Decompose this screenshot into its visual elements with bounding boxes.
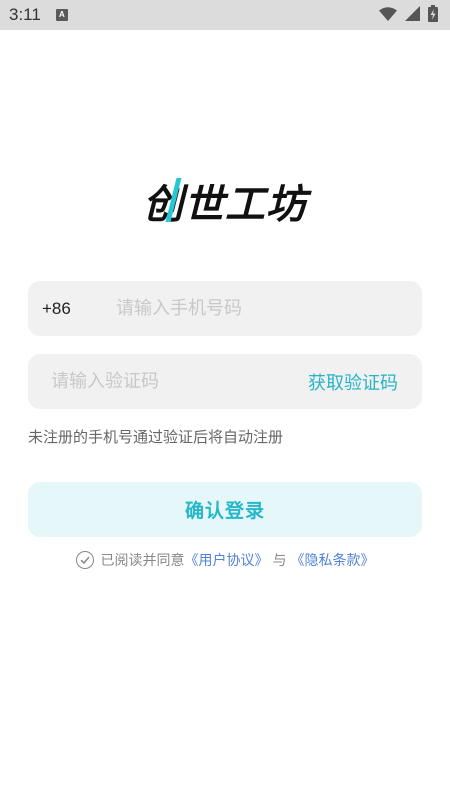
- confirm-login-button[interactable]: 确认登录: [28, 482, 422, 537]
- verification-code-field: 获取验证码: [28, 354, 422, 409]
- verification-code-input[interactable]: [51, 371, 291, 392]
- status-time: 3:11: [9, 5, 41, 24]
- get-code-button[interactable]: 获取验证码: [308, 369, 398, 395]
- cellular-signal-icon: [405, 5, 420, 25]
- agreement-conjunction: 与: [272, 553, 287, 569]
- status-icons: [379, 4, 438, 26]
- phone-input[interactable]: [116, 298, 406, 319]
- notification-badge: A: [55, 9, 68, 21]
- wifi-icon: [379, 6, 397, 25]
- battery-charging-icon: [428, 4, 438, 26]
- country-code[interactable]: +86: [42, 299, 102, 319]
- privacy-policy-link[interactable]: 《隐私条款》: [291, 550, 375, 570]
- agreement-checkbox[interactable]: [75, 551, 94, 569]
- check-icon: [79, 556, 90, 565]
- agreement-prefix: 已阅读并同意: [100, 553, 185, 569]
- app-logo: 创世工坊: [0, 172, 450, 230]
- status-bar: 3:11 A: [0, 0, 450, 30]
- auto-register-hint: 未注册的手机号通过验证后将自动注册: [28, 428, 284, 446]
- user-agreement-link[interactable]: 《用户协议》: [185, 550, 269, 570]
- phone-field: +86: [28, 281, 422, 336]
- agreement-row: 已阅读并同意 《用户协议》 与 《隐私条款》: [0, 550, 450, 570]
